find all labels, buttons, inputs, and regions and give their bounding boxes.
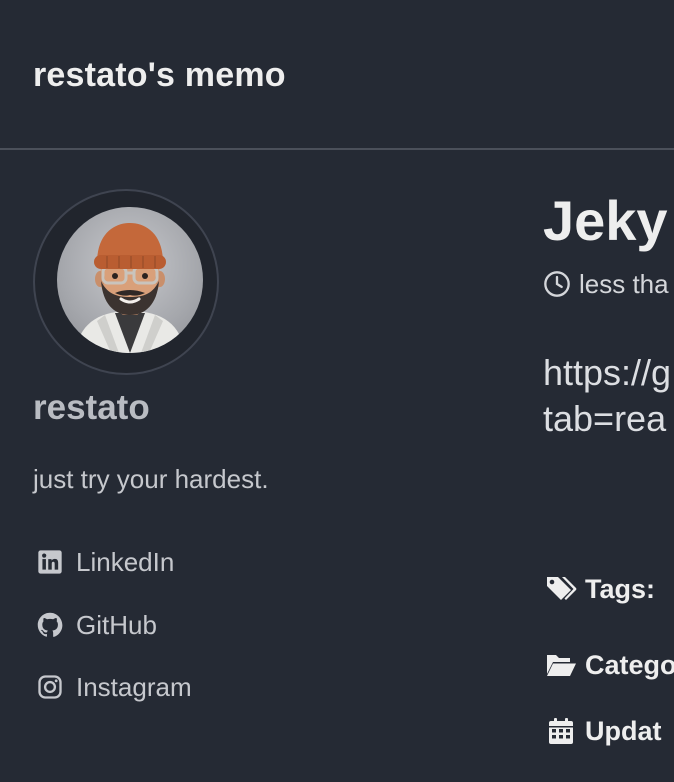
folder-open-icon: [547, 655, 576, 676]
clock-icon: [544, 271, 570, 297]
github-link[interactable]: GitHub: [36, 608, 157, 642]
instagram-icon: [38, 675, 62, 699]
categories-label: Catego: [585, 649, 674, 680]
post-link-line[interactable]: tab=rea: [543, 396, 671, 442]
post-title: Jeky: [543, 189, 668, 252]
github-label: GitHub: [76, 609, 157, 640]
site-title-link[interactable]: restato's memo: [33, 56, 286, 95]
avatar-frame: [33, 189, 219, 375]
post-link-line[interactable]: https://g: [543, 350, 671, 396]
updated-label: Updat: [585, 715, 662, 746]
page-date-updated: Updat: [545, 714, 662, 748]
instagram-link[interactable]: Instagram: [36, 670, 192, 704]
page-taxonomy-tags: Tags:: [545, 572, 655, 606]
github-icon: [37, 612, 63, 637]
author-bio: just try your hardest.: [33, 464, 269, 494]
avatar-illustration: [75, 223, 185, 353]
masthead: restato's memo: [0, 0, 674, 150]
avatar: [57, 207, 203, 353]
linkedin-icon: [38, 550, 62, 574]
page-taxonomy-categories: Catego: [545, 648, 674, 682]
page: restato's memo restato just try your har…: [0, 0, 674, 782]
author-name: restato: [33, 388, 150, 427]
linkedin-link[interactable]: LinkedIn: [36, 545, 174, 579]
calendar-icon: [549, 718, 573, 744]
instagram-label: Instagram: [76, 671, 192, 702]
post-body: https://g tab=rea: [543, 350, 671, 442]
linkedin-label: LinkedIn: [76, 546, 175, 577]
read-time-text: less tha: [579, 268, 669, 299]
tags-icon: [547, 577, 577, 600]
tags-label: Tags:: [585, 573, 656, 604]
read-time: less tha: [543, 268, 669, 300]
